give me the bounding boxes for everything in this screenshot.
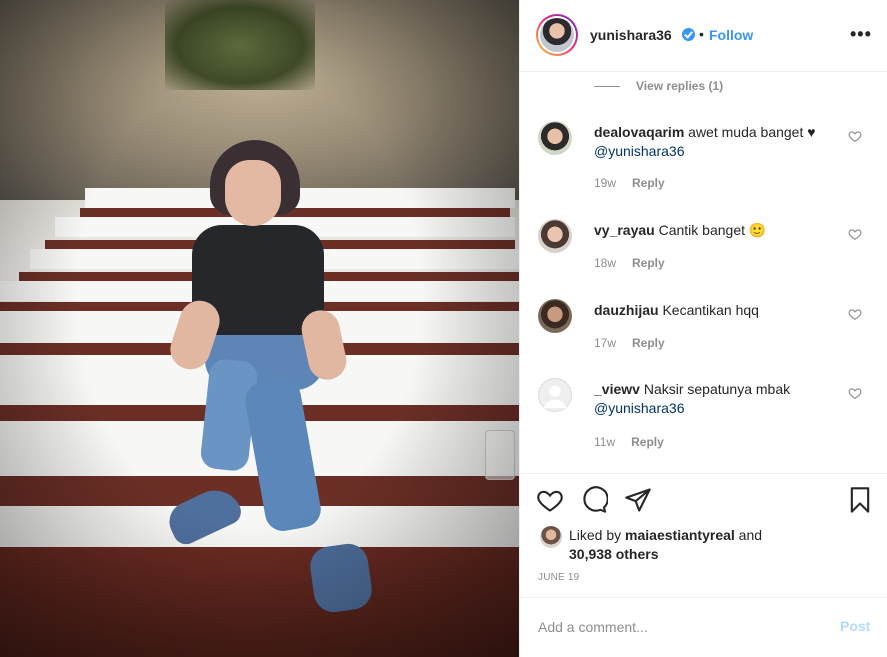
comment-time[interactable]: 17w: [594, 336, 616, 350]
commenter-avatar[interactable]: [538, 378, 572, 412]
comment-time[interactable]: 19w: [594, 176, 616, 190]
comment-time[interactable]: 11w: [594, 435, 615, 449]
likes-text: Liked by maiaestiantyreal and 30,938 oth…: [569, 526, 849, 564]
comment-text: Cantik banget 🙂: [658, 222, 767, 238]
comment-reply-button[interactable]: Reply: [632, 176, 665, 190]
view-replies-line: [594, 85, 620, 87]
heart-icon[interactable]: [536, 486, 564, 514]
author-avatar-inner: [538, 16, 576, 54]
photo-vignette: [0, 0, 519, 657]
bookmark-icon[interactable]: [846, 486, 874, 514]
comment-text: awet muda banget ♥: [688, 124, 816, 140]
likes-connector: and: [738, 527, 763, 543]
post-date[interactable]: JUNE 19: [538, 572, 579, 583]
default-avatar-icon: [543, 385, 567, 409]
comment-text-block: _viewv Naksir sepatunya mbak @yunishara3…: [594, 380, 834, 418]
comment-like-heart-icon[interactable]: [848, 307, 862, 321]
author-avatar[interactable]: [536, 14, 578, 56]
comment-like-heart-icon[interactable]: [848, 129, 862, 143]
comment-reply-button[interactable]: Reply: [632, 256, 665, 270]
comment-text-block: dauzhijau Kecantikan hqq: [594, 301, 834, 320]
view-replies-label: View replies (1): [636, 79, 724, 93]
comment-reply-button[interactable]: Reply: [632, 336, 665, 350]
comment-item: dauzhijau Kecantikan hqq 17w Reply: [536, 299, 876, 359]
comment-time[interactable]: 18w: [594, 256, 616, 270]
likes-prefix: Liked by: [569, 527, 622, 543]
comment-icon[interactable]: [580, 486, 608, 514]
comment-mention[interactable]: @yunishara36: [594, 143, 685, 159]
comment-meta: 17w Reply: [594, 336, 665, 350]
comment-username[interactable]: _viewv: [594, 381, 640, 397]
comment-text-block: vy_rayau Cantik banget 🙂: [594, 221, 834, 240]
comment-meta: 11w Reply: [594, 435, 664, 449]
add-comment-section: Post: [520, 597, 887, 657]
post-photo[interactable]: [0, 0, 519, 657]
more-options-icon[interactable]: •••: [850, 24, 872, 45]
commenter-avatar[interactable]: [538, 299, 572, 333]
comments-list[interactable]: View replies (1) dealovaqarim awet muda …: [520, 73, 887, 473]
likes-others[interactable]: 30,938 others: [569, 546, 659, 562]
comment-item: _viewv Naksir sepatunya mbak @yunishara3…: [536, 378, 876, 458]
comment-meta: 18w Reply: [594, 256, 665, 270]
view-replies-button[interactable]: View replies (1): [594, 79, 723, 93]
post-comment-button[interactable]: Post: [840, 618, 870, 634]
comment-text: Naksir sepatunya mbak: [643, 381, 791, 397]
comment-username[interactable]: dealovaqarim: [594, 124, 684, 140]
comment-mention[interactable]: @yunishara36: [594, 400, 685, 416]
liked-by-avatar[interactable]: [540, 526, 562, 548]
comment-like-heart-icon[interactable]: [848, 227, 862, 241]
liked-by-user[interactable]: maiaestiantyreal: [625, 527, 735, 543]
comment-item: dealovaqarim awet muda banget ♥ @yunisha…: [536, 121, 876, 201]
header-separator: •: [699, 26, 704, 42]
post-header: yunishara36 • Follow •••: [520, 0, 887, 72]
author-username[interactable]: yunishara36: [590, 27, 672, 43]
post-side-panel: yunishara36 • Follow ••• View replies (1…: [519, 0, 887, 657]
comment-username[interactable]: vy_rayau: [594, 222, 655, 238]
comment-like-heart-icon[interactable]: [848, 386, 862, 400]
comment-reply-button[interactable]: Reply: [631, 435, 664, 449]
post-actions: Liked by maiaestiantyreal and 30,938 oth…: [520, 473, 887, 597]
commenter-avatar[interactable]: [538, 121, 572, 155]
comment-username[interactable]: dauzhijau: [594, 302, 659, 318]
share-icon[interactable]: [624, 486, 652, 514]
comment-text-block: dealovaqarim awet muda banget ♥ @yunisha…: [594, 123, 834, 161]
author-avatar-image: [540, 18, 574, 52]
comment-text: Kecantikan hqq: [662, 302, 759, 318]
follow-button[interactable]: Follow: [709, 27, 753, 43]
comment-input[interactable]: [538, 616, 818, 638]
comment-meta: 19w Reply: [594, 176, 665, 190]
verified-badge-icon: [682, 28, 695, 41]
comment-item: vy_rayau Cantik banget 🙂 18w Reply: [536, 219, 876, 279]
commenter-avatar[interactable]: [538, 219, 572, 253]
